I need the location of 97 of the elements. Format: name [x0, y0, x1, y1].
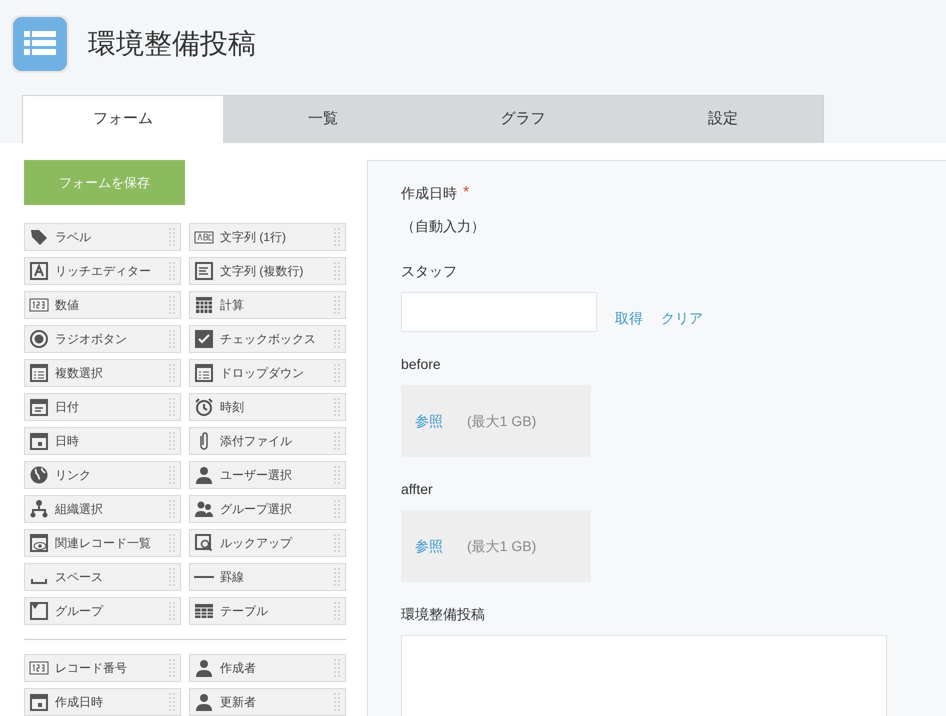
- field-type-item[interactable]: スペース: [24, 563, 181, 591]
- field-label: スタッフ: [401, 262, 457, 281]
- calendar-icon: [29, 692, 49, 712]
- list-icon: [29, 363, 49, 383]
- field-type-item[interactable]: 日付: [24, 393, 181, 421]
- field-type-item[interactable]: 組織選択: [24, 495, 181, 523]
- field-type-item[interactable]: ユーザー選択: [189, 461, 346, 489]
- drag-handle-icon[interactable]: [168, 658, 176, 678]
- person-icon: [194, 692, 214, 712]
- field-type-item[interactable]: ドロップダウン: [189, 359, 346, 387]
- drag-handle-icon[interactable]: [333, 329, 341, 349]
- letter-a-icon: [29, 261, 49, 281]
- checkbox-icon: [194, 329, 214, 349]
- field-type-item[interactable]: リンク: [24, 461, 181, 489]
- tab[interactable]: 設定: [623, 96, 823, 143]
- field-type-item[interactable]: レコード番号: [24, 654, 181, 682]
- field-type-item[interactable]: 添付ファイル: [189, 427, 346, 455]
- field-type-item[interactable]: 文字列 (複数行): [189, 257, 346, 285]
- radio-icon: [29, 329, 49, 349]
- drag-handle-icon[interactable]: [333, 601, 341, 621]
- drag-handle-icon[interactable]: [333, 261, 341, 281]
- tab[interactable]: 一覧: [223, 96, 423, 143]
- drag-handle-icon[interactable]: [168, 533, 176, 553]
- field-type-item[interactable]: グループ選択: [189, 495, 346, 523]
- drag-handle-icon[interactable]: [333, 431, 341, 451]
- drag-handle-icon[interactable]: [168, 329, 176, 349]
- text-lines-icon: [194, 261, 214, 281]
- required-asterisk: *: [463, 183, 470, 203]
- drag-handle-icon[interactable]: [168, 363, 176, 383]
- field-type-item[interactable]: ルックアップ: [189, 529, 346, 557]
- staff-input-field[interactable]: [401, 292, 597, 332]
- drag-handle-icon[interactable]: [168, 692, 176, 712]
- drag-handle-icon[interactable]: [333, 363, 341, 383]
- field-type-item[interactable]: テーブル: [189, 597, 346, 625]
- magnifier-window-icon: [194, 533, 214, 553]
- drag-handle-icon[interactable]: [333, 465, 341, 485]
- table-icon: [194, 601, 214, 621]
- people-icon: [194, 499, 214, 519]
- drag-handle-icon[interactable]: [168, 567, 176, 587]
- tab[interactable]: フォーム: [23, 96, 223, 143]
- tab[interactable]: グラフ: [423, 96, 623, 143]
- drag-handle-icon[interactable]: [333, 227, 341, 247]
- drag-handle-icon[interactable]: [333, 692, 341, 712]
- field-type-item[interactable]: 計算: [189, 291, 346, 319]
- field-label: affter: [401, 480, 433, 499]
- app-title: 環境整備投稿: [88, 27, 256, 61]
- person-icon: [194, 465, 214, 485]
- field-type-item[interactable]: 更新者: [189, 688, 346, 716]
- drag-handle-icon[interactable]: [333, 533, 341, 553]
- calendar-icon: [29, 397, 49, 417]
- field-type-item[interactable]: 日時: [24, 427, 181, 455]
- calculator-icon: [194, 295, 214, 315]
- field-type-item[interactable]: グループ: [24, 597, 181, 625]
- field-type-item[interactable]: 文字列 (1行): [189, 223, 346, 251]
- field-type-item[interactable]: 数値: [24, 291, 181, 319]
- drag-handle-icon[interactable]: [333, 397, 341, 417]
- drag-handle-icon[interactable]: [168, 499, 176, 519]
- textarea-field[interactable]: [401, 635, 887, 716]
- size-limit-text: (最大1 GB): [467, 412, 536, 431]
- alarm-clock-icon: [194, 397, 214, 417]
- horizontal-line-icon: [194, 576, 214, 578]
- drag-handle-icon[interactable]: [168, 431, 176, 451]
- drag-handle-icon[interactable]: [333, 567, 341, 587]
- drag-handle-icon[interactable]: [168, 601, 176, 621]
- drag-handle-icon[interactable]: [168, 261, 176, 281]
- drag-handle-icon[interactable]: [333, 499, 341, 519]
- drag-handle-icon[interactable]: [168, 227, 176, 247]
- calendar-icon: [29, 431, 49, 451]
- app-list-icon: [10, 14, 70, 74]
- tag-icon: [29, 227, 49, 247]
- field-type-item[interactable]: 時刻: [189, 393, 346, 421]
- field-type-item[interactable]: ラベル: [24, 223, 181, 251]
- globe-icon: [29, 465, 49, 485]
- auto-value: （自動入力）: [401, 218, 485, 234]
- hierarchy-icon: [29, 499, 49, 519]
- drag-handle-icon[interactable]: [168, 295, 176, 315]
- field-type-item[interactable]: チェックボックス: [189, 325, 346, 353]
- field-type-item[interactable]: 作成者: [189, 654, 346, 682]
- space-icon: [31, 579, 47, 584]
- drag-handle-icon[interactable]: [333, 295, 341, 315]
- size-limit-text: (最大1 GB): [467, 536, 536, 556]
- field-type-item[interactable]: 複数選択: [24, 359, 181, 387]
- field-type-item[interactable]: ラジオボタン: [24, 325, 181, 353]
- drag-handle-icon[interactable]: [168, 397, 176, 417]
- field-type-item[interactable]: 関連レコード一覧: [24, 529, 181, 557]
- list-icon: [194, 363, 214, 383]
- field-type-item[interactable]: 罫線: [189, 563, 346, 591]
- person-icon: [194, 658, 214, 678]
- field-type-item[interactable]: 作成日時: [24, 688, 181, 716]
- drag-handle-icon[interactable]: [168, 465, 176, 485]
- field-type-item[interactable]: リッチエディター: [24, 257, 181, 285]
- field-label: 環境整備投稿: [401, 605, 485, 624]
- eye-window-icon: [29, 533, 49, 553]
- group-icon: [29, 601, 49, 621]
- drag-handle-icon[interactable]: [333, 658, 341, 678]
- field-label: 作成日時: [401, 184, 457, 202]
- field-label: before: [401, 355, 441, 374]
